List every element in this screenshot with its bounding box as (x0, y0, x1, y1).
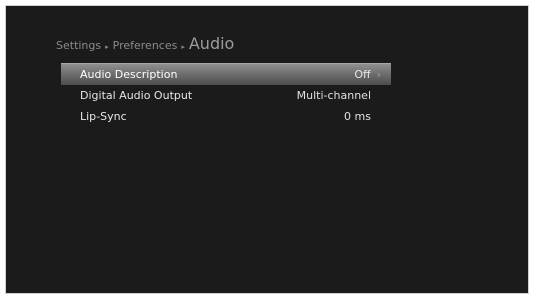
breadcrumb-separator-icon: ▸ (105, 43, 109, 51)
breadcrumb: Settings ▸ Preferences ▸ Audio (56, 34, 234, 56)
page-title: Audio (188, 34, 235, 53)
menu-item-label: Digital Audio Output (80, 89, 193, 102)
breadcrumb-settings[interactable]: Settings (56, 39, 101, 52)
digital-audio-output-value: Multi-channel (296, 89, 371, 102)
audio-description-value: Off (354, 68, 371, 81)
menu-item-audio-description[interactable]: Audio Description Off › (61, 63, 391, 85)
settings-menu: Audio Description Off › Digital Audio Ou… (61, 63, 391, 127)
breadcrumb-separator-icon: ▸ (181, 43, 185, 51)
menu-item-label: Audio Description (80, 68, 178, 81)
tv-screen: Settings ▸ Preferences ▸ Audio Audio Des… (5, 5, 529, 294)
chevron-right-icon: › (376, 68, 381, 81)
menu-item-value: Off › (354, 68, 381, 81)
lip-sync-value: 0 ms (344, 110, 371, 123)
menu-item-digital-audio-output[interactable]: Digital Audio Output Multi-channel (61, 85, 391, 106)
breadcrumb-preferences[interactable]: Preferences (113, 39, 178, 52)
menu-item-label: Lip-Sync (80, 110, 127, 123)
menu-item-lip-sync[interactable]: Lip-Sync 0 ms (61, 106, 391, 127)
